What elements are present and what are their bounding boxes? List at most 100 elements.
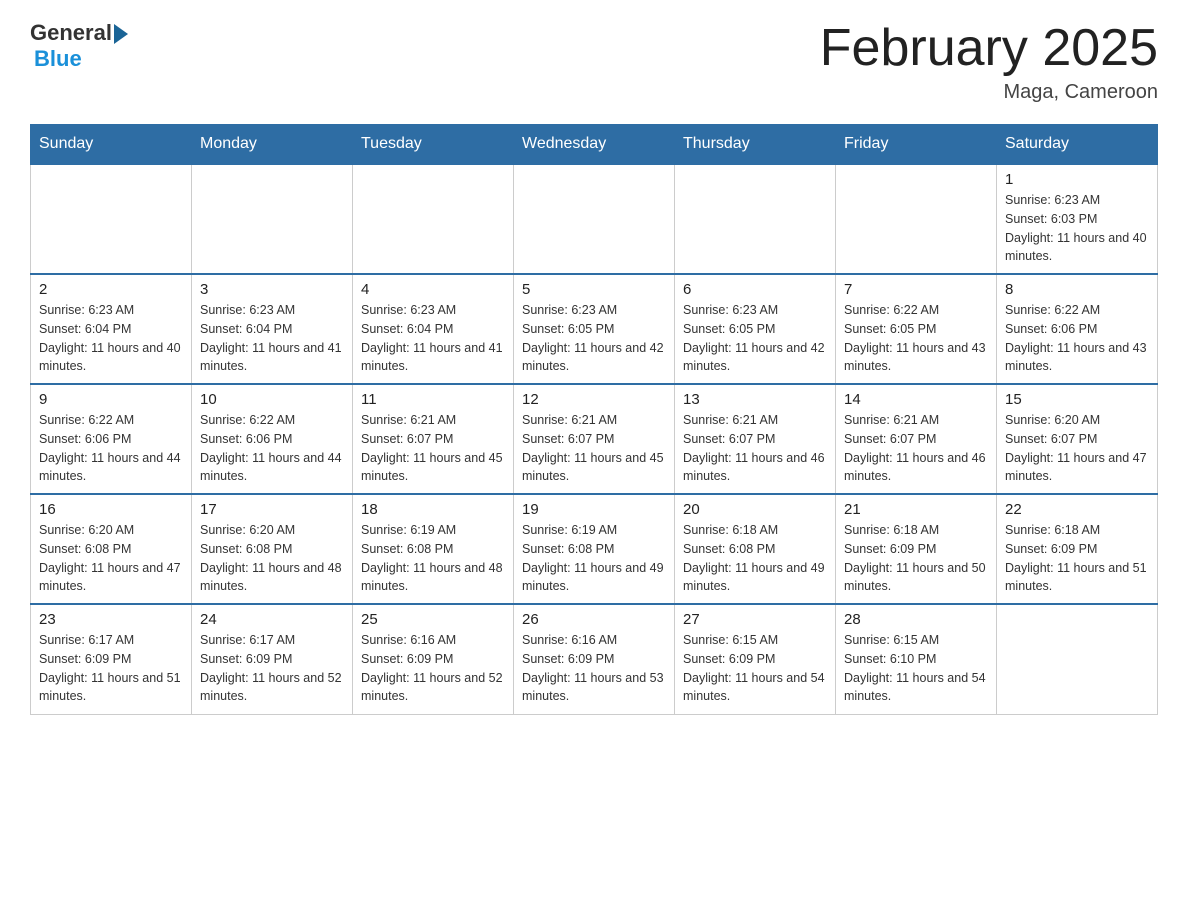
day-number: 13 [683, 391, 827, 408]
day-info: Sunrise: 6:21 AMSunset: 6:07 PMDaylight:… [683, 411, 827, 486]
calendar-cell: 18 Sunrise: 6:19 AMSunset: 6:08 PMDayligh… [353, 494, 514, 604]
day-header-sunday: Sunday [31, 125, 192, 165]
calendar-cell [997, 604, 1158, 714]
day-info: Sunrise: 6:17 AMSunset: 6:09 PMDaylight:… [39, 631, 183, 706]
day-number: 17 [200, 501, 344, 518]
day-header-wednesday: Wednesday [514, 125, 675, 165]
day-header-saturday: Saturday [997, 125, 1158, 165]
calendar-cell [514, 164, 675, 274]
day-info: Sunrise: 6:22 AMSunset: 6:06 PMDaylight:… [200, 411, 344, 486]
day-number: 26 [522, 611, 666, 628]
calendar-cell: 19 Sunrise: 6:19 AMSunset: 6:08 PMDayligh… [514, 494, 675, 604]
day-number: 23 [39, 611, 183, 628]
day-info: Sunrise: 6:20 AMSunset: 6:08 PMDaylight:… [200, 521, 344, 596]
day-header-friday: Friday [836, 125, 997, 165]
day-number: 1 [1005, 171, 1149, 188]
calendar-cell: 22 Sunrise: 6:18 AMSunset: 6:09 PMDayligh… [997, 494, 1158, 604]
day-info: Sunrise: 6:23 AMSunset: 6:05 PMDaylight:… [522, 301, 666, 376]
week-row-3: 9 Sunrise: 6:22 AMSunset: 6:06 PMDaylight… [31, 384, 1158, 494]
day-number: 10 [200, 391, 344, 408]
week-row-4: 16Sunrise: 6:20 AMSunset: 6:08 PMDayligh… [31, 494, 1158, 604]
logo-arrow-icon [114, 24, 128, 44]
day-info: Sunrise: 6:18 AMSunset: 6:09 PMDaylight:… [844, 521, 988, 596]
day-number: 3 [200, 281, 344, 298]
day-info: Sunrise: 6:16 AMSunset: 6:09 PMDaylight:… [361, 631, 505, 706]
calendar-cell [31, 164, 192, 274]
day-info: Sunrise: 6:17 AMSunset: 6:09 PMDaylight:… [200, 631, 344, 706]
calendar-header-row: SundayMondayTuesdayWednesdayThursdayFrid… [31, 125, 1158, 165]
calendar-cell: 17 Sunrise: 6:20 AMSunset: 6:08 PMDayligh… [192, 494, 353, 604]
day-number: 9 [39, 391, 183, 408]
day-info: Sunrise: 6:15 AMSunset: 6:09 PMDaylight:… [683, 631, 827, 706]
day-number: 24 [200, 611, 344, 628]
calendar-cell: 9 Sunrise: 6:22 AMSunset: 6:06 PMDaylight… [31, 384, 192, 494]
day-number: 15 [1005, 391, 1149, 408]
day-number: 7 [844, 281, 988, 298]
day-info: Sunrise: 6:21 AMSunset: 6:07 PMDaylight:… [522, 411, 666, 486]
calendar-cell [675, 164, 836, 274]
day-info: Sunrise: 6:20 AMSunset: 6:07 PMDaylight:… [1005, 411, 1149, 486]
day-info: Sunrise: 6:22 AMSunset: 6:05 PMDaylight:… [844, 301, 988, 376]
day-info: Sunrise: 6:21 AMSunset: 6:07 PMDaylight:… [361, 411, 505, 486]
day-number: 5 [522, 281, 666, 298]
title-area: February 2025 Maga, Cameroon [820, 20, 1158, 104]
day-number: 18 [361, 501, 505, 518]
calendar-cell: 1 Sunrise: 6:23 AMSunset: 6:03 PMDaylight… [997, 164, 1158, 274]
day-number: 21 [844, 501, 988, 518]
week-row-2: 2Sunrise: 6:23 AMSunset: 6:04 PMDaylight… [31, 274, 1158, 384]
day-info: Sunrise: 6:23 AMSunset: 6:04 PMDaylight:… [39, 301, 183, 376]
day-header-tuesday: Tuesday [353, 125, 514, 165]
calendar-cell [192, 164, 353, 274]
calendar-cell: 2Sunrise: 6:23 AMSunset: 6:04 PMDaylight… [31, 274, 192, 384]
day-info: Sunrise: 6:23 AMSunset: 6:05 PMDaylight:… [683, 301, 827, 376]
day-number: 11 [361, 391, 505, 408]
day-number: 19 [522, 501, 666, 518]
day-number: 12 [522, 391, 666, 408]
day-info: Sunrise: 6:16 AMSunset: 6:09 PMDaylight:… [522, 631, 666, 706]
day-number: 22 [1005, 501, 1149, 518]
month-title: February 2025 [820, 20, 1158, 77]
day-number: 4 [361, 281, 505, 298]
logo: General Blue [30, 20, 128, 72]
calendar-cell: 28Sunrise: 6:15 AMSunset: 6:10 PMDayligh… [836, 604, 997, 714]
calendar-cell: 16Sunrise: 6:20 AMSunset: 6:08 PMDayligh… [31, 494, 192, 604]
calendar-cell: 24 Sunrise: 6:17 AMSunset: 6:09 PMDayligh… [192, 604, 353, 714]
logo-general-text: General [30, 20, 112, 46]
calendar-cell: 13 Sunrise: 6:21 AMSunset: 6:07 PMDayligh… [675, 384, 836, 494]
day-info: Sunrise: 6:23 AMSunset: 6:04 PMDaylight:… [361, 301, 505, 376]
calendar-cell: 7 Sunrise: 6:22 AMSunset: 6:05 PMDaylight… [836, 274, 997, 384]
day-info: Sunrise: 6:22 AMSunset: 6:06 PMDaylight:… [1005, 301, 1149, 376]
logo-blue-text: Blue [34, 46, 82, 72]
calendar-cell: 10 Sunrise: 6:22 AMSunset: 6:06 PMDayligh… [192, 384, 353, 494]
day-header-thursday: Thursday [675, 125, 836, 165]
calendar-cell: 15 Sunrise: 6:20 AMSunset: 6:07 PMDayligh… [997, 384, 1158, 494]
day-info: Sunrise: 6:19 AMSunset: 6:08 PMDaylight:… [361, 521, 505, 596]
week-row-5: 23 Sunrise: 6:17 AMSunset: 6:09 PMDayligh… [31, 604, 1158, 714]
day-info: Sunrise: 6:22 AMSunset: 6:06 PMDaylight:… [39, 411, 183, 486]
day-number: 6 [683, 281, 827, 298]
calendar-cell [353, 164, 514, 274]
day-info: Sunrise: 6:23 AMSunset: 6:04 PMDaylight:… [200, 301, 344, 376]
calendar-table: SundayMondayTuesdayWednesdayThursdayFrid… [30, 124, 1158, 715]
day-header-monday: Monday [192, 125, 353, 165]
day-info: Sunrise: 6:23 AMSunset: 6:03 PMDaylight:… [1005, 191, 1149, 266]
day-number: 25 [361, 611, 505, 628]
week-row-1: 1 Sunrise: 6:23 AMSunset: 6:03 PMDaylight… [31, 164, 1158, 274]
calendar-cell: 26 Sunrise: 6:16 AMSunset: 6:09 PMDayligh… [514, 604, 675, 714]
calendar-cell: 3 Sunrise: 6:23 AMSunset: 6:04 PMDaylight… [192, 274, 353, 384]
day-number: 28 [844, 611, 988, 628]
calendar-cell: 8Sunrise: 6:22 AMSunset: 6:06 PMDaylight… [997, 274, 1158, 384]
calendar-cell: 23 Sunrise: 6:17 AMSunset: 6:09 PMDayligh… [31, 604, 192, 714]
calendar-cell: 27Sunrise: 6:15 AMSunset: 6:09 PMDayligh… [675, 604, 836, 714]
calendar-cell: 25 Sunrise: 6:16 AMSunset: 6:09 PMDayligh… [353, 604, 514, 714]
day-info: Sunrise: 6:18 AMSunset: 6:09 PMDaylight:… [1005, 521, 1149, 596]
calendar-cell: 12 Sunrise: 6:21 AMSunset: 6:07 PMDayligh… [514, 384, 675, 494]
calendar-cell: 5 Sunrise: 6:23 AMSunset: 6:05 PMDaylight… [514, 274, 675, 384]
calendar-cell: 20Sunrise: 6:18 AMSunset: 6:08 PMDayligh… [675, 494, 836, 604]
calendar-cell: 11 Sunrise: 6:21 AMSunset: 6:07 PMDayligh… [353, 384, 514, 494]
calendar-cell: 21 Sunrise: 6:18 AMSunset: 6:09 PMDayligh… [836, 494, 997, 604]
day-info: Sunrise: 6:20 AMSunset: 6:08 PMDaylight:… [39, 521, 183, 596]
calendar-cell: 14Sunrise: 6:21 AMSunset: 6:07 PMDayligh… [836, 384, 997, 494]
day-info: Sunrise: 6:19 AMSunset: 6:08 PMDaylight:… [522, 521, 666, 596]
page-header: General Blue February 2025 Maga, Cameroo… [30, 20, 1158, 104]
